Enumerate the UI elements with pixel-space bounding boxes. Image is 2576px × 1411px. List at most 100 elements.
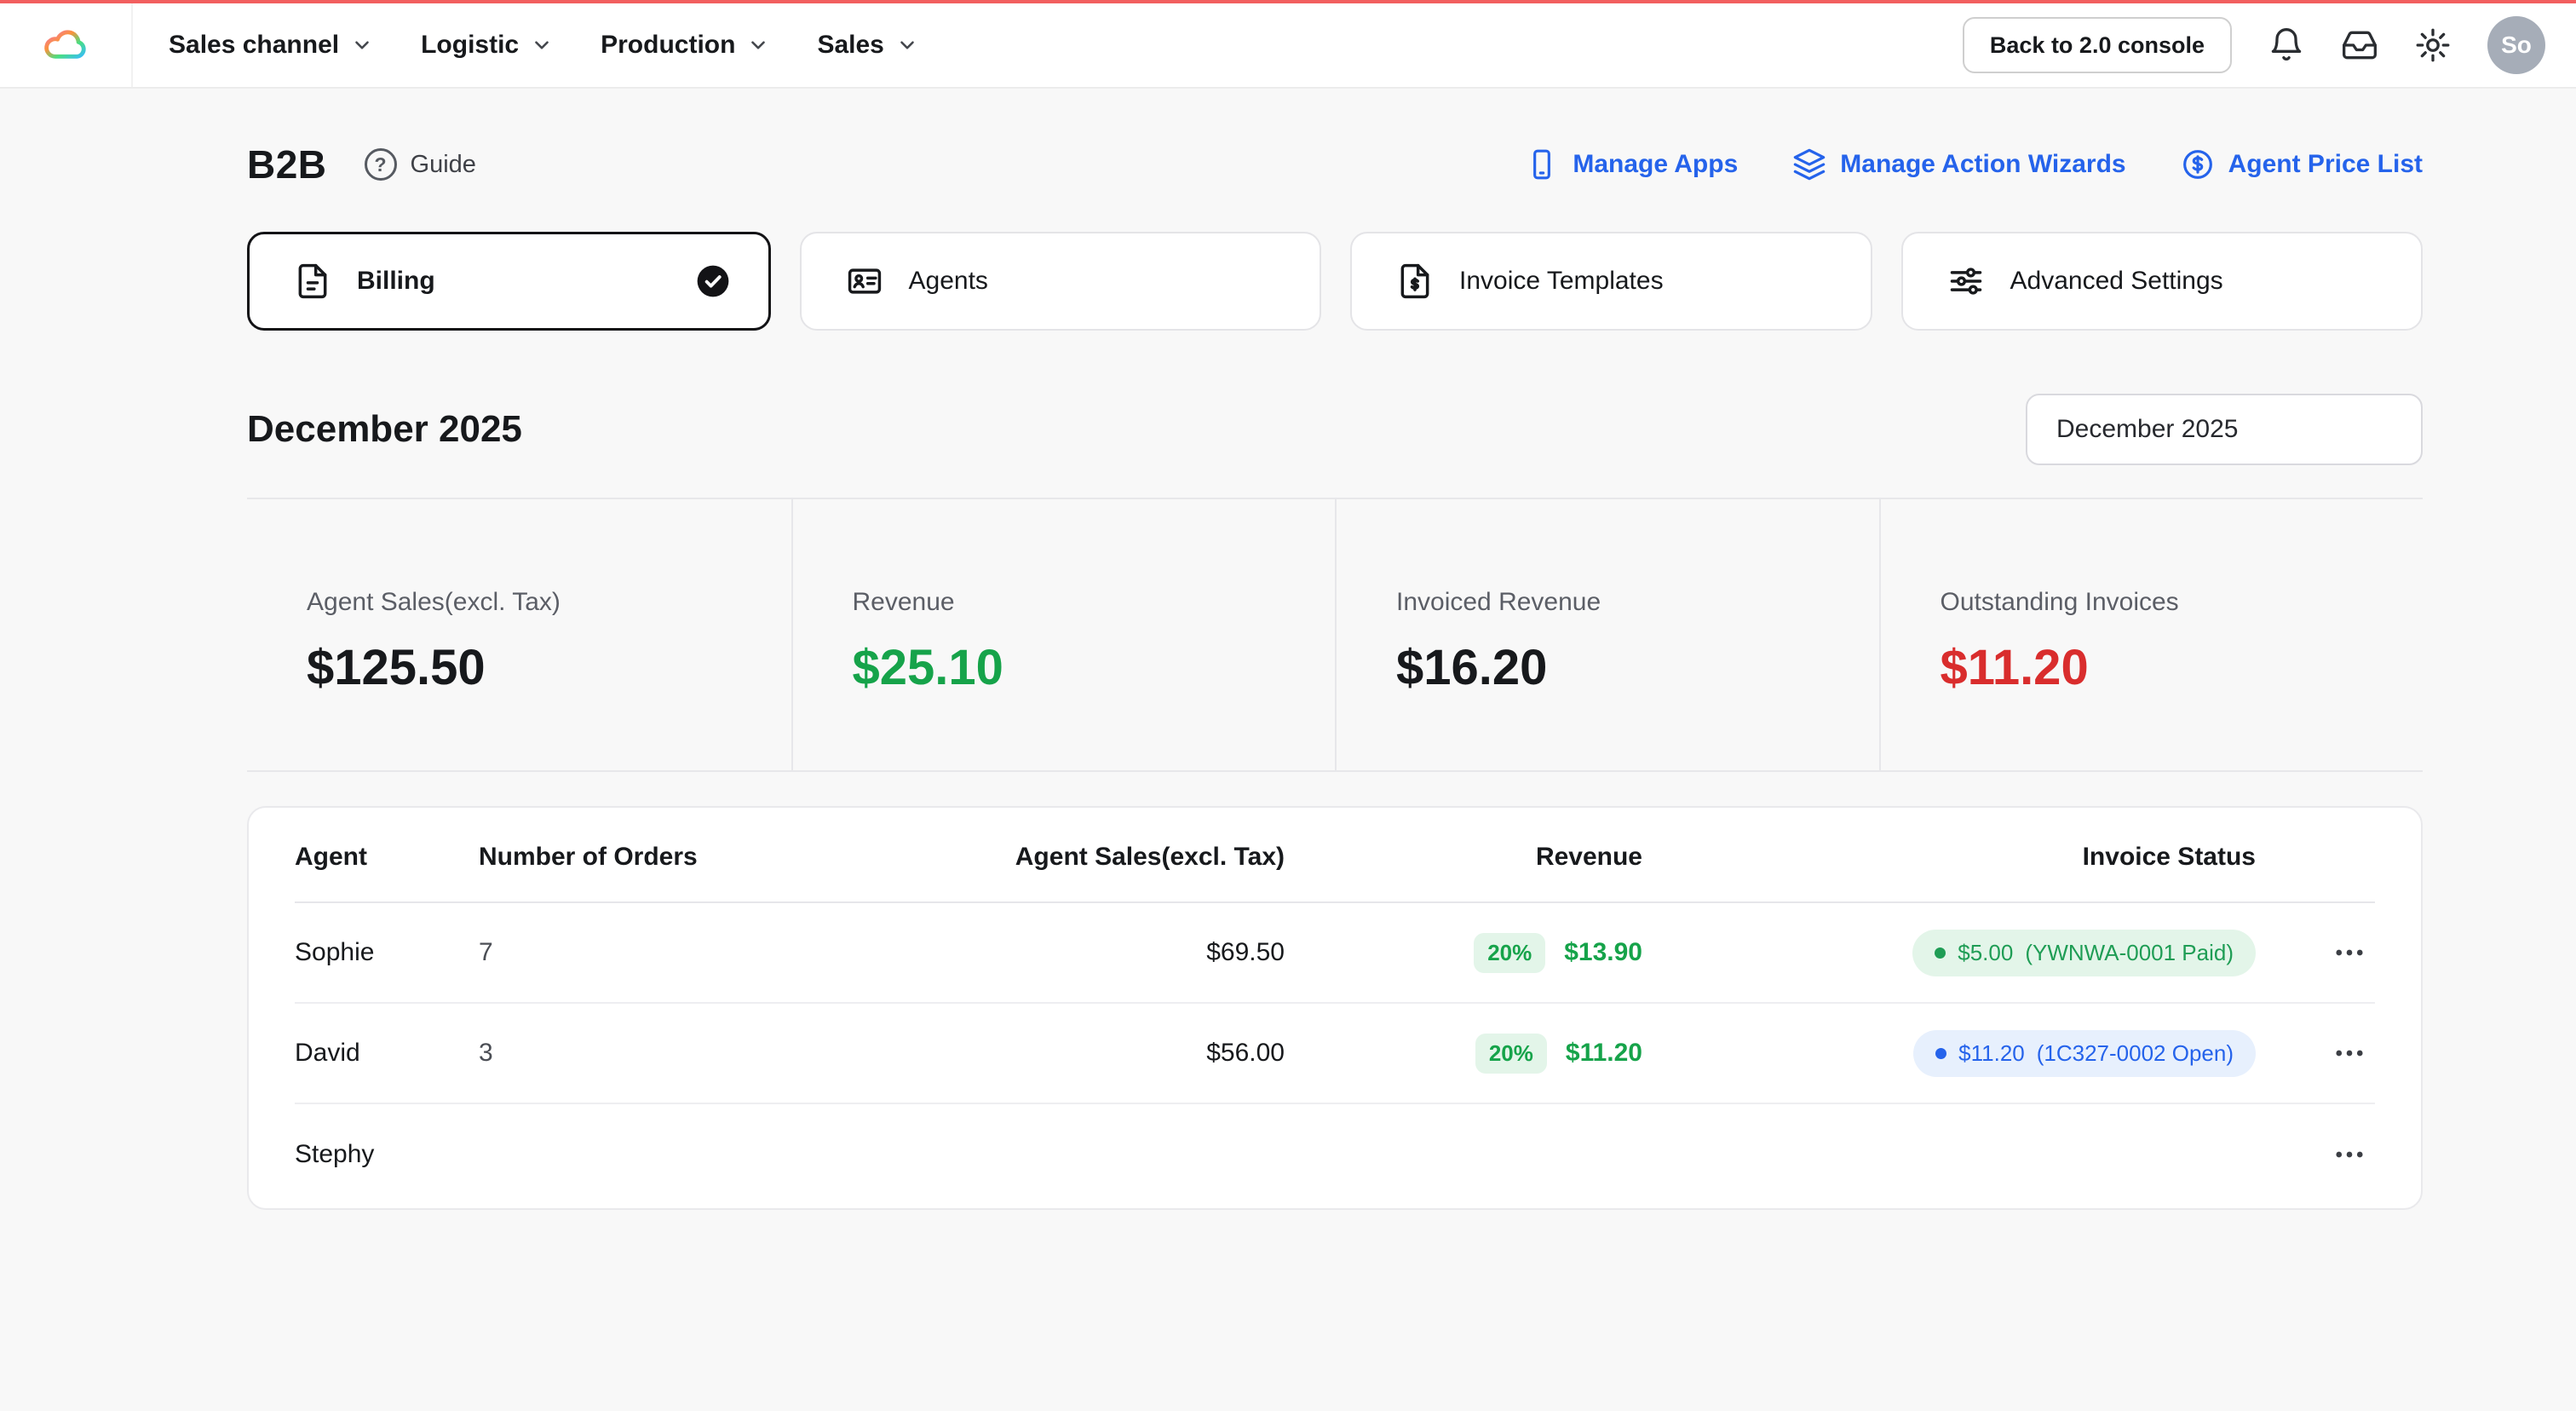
- phone-icon: [1533, 149, 1551, 180]
- col-header-orders: Number of Orders: [479, 843, 698, 871]
- nav-sales[interactable]: Sales: [817, 31, 917, 60]
- revenue-value: $13.90: [1564, 938, 1642, 966]
- agent-name: Sophie: [295, 938, 375, 966]
- col-header-revenue: Revenue: [1535, 843, 1642, 871]
- tab-label: Advanced Settings: [2010, 267, 2223, 295]
- status-ref: (YWNWA-0001 Paid): [2025, 939, 2234, 965]
- invoice-status-badge[interactable]: $11.20 (1C327-0002 Open): [1913, 1029, 2256, 1077]
- stat-outstanding-invoices: Outstanding Invoices $11.20: [1878, 499, 2424, 770]
- main-nav: Sales channel Logistic Production Sales: [169, 31, 918, 60]
- invoice-status-badge[interactable]: $5.00 (YWNWA-0001 Paid): [1912, 929, 2256, 976]
- back-to-console-button[interactable]: Back to 2.0 console: [1962, 17, 2232, 73]
- tab-agents[interactable]: Agents: [799, 232, 1321, 331]
- chevron-down-icon: [535, 41, 549, 49]
- table-row: Stephy: [295, 1104, 2375, 1205]
- id-card-icon: [848, 268, 881, 294]
- agent-name: David: [295, 1039, 360, 1067]
- chevron-down-icon: [751, 41, 766, 49]
- agent-price-list-link[interactable]: Agent Price List: [2181, 147, 2423, 181]
- nav-logistic[interactable]: Logistic: [421, 31, 553, 60]
- period-row: December 2025 December 2025: [247, 394, 2423, 465]
- rainbow-cloud-logo-icon: [44, 30, 86, 59]
- help-circle-icon: ?: [364, 148, 397, 181]
- nav-label: Production: [601, 31, 736, 59]
- manage-action-wizards-link[interactable]: Manage Action Wizards: [1792, 147, 2126, 181]
- status-dot-icon: [1935, 1047, 1947, 1059]
- guide-label: Guide: [410, 150, 476, 178]
- stat-value: $25.10: [852, 640, 1003, 695]
- agent-name: Stephy: [295, 1140, 375, 1168]
- ellipsis-icon: [2336, 1151, 2363, 1158]
- section-tabs: Billing Agents Invoice Templates Advance…: [247, 232, 2423, 331]
- order-count: 7: [479, 938, 493, 966]
- table-header-row: Agent Number of Orders Agent Sales(excl.…: [295, 813, 2375, 903]
- col-header-status: Invoice Status: [2082, 843, 2256, 871]
- inbox-icon[interactable]: [2341, 26, 2378, 64]
- stat-revenue: Revenue $25.10: [791, 499, 1336, 770]
- tab-label: Agents: [908, 267, 988, 295]
- link-label: Manage Action Wizards: [1840, 150, 2126, 178]
- col-header-agent: Agent: [295, 843, 367, 871]
- ellipsis-icon: [2336, 949, 2363, 956]
- billing-file-icon: [298, 263, 327, 299]
- status-amount: $5.00: [1958, 939, 2014, 965]
- row-actions: [2256, 1129, 2375, 1180]
- agent-sales: $69.50: [1206, 938, 1285, 966]
- stat-value: $16.20: [1396, 640, 1548, 695]
- agent-sales: $56.00: [1206, 1039, 1285, 1067]
- stat-label: Invoiced Revenue: [1396, 588, 1601, 616]
- link-label: Manage Apps: [1573, 150, 1739, 178]
- stat-label: Outstanding Invoices: [1940, 588, 2179, 616]
- main-content: B2B ? Guide Manage Apps Manage Action Wi…: [0, 89, 2576, 1210]
- invoice-status-cell: $11.20 (1C327-0002 Open): [1642, 1029, 2256, 1077]
- avatar[interactable]: So: [2487, 16, 2545, 74]
- layers-icon: [1794, 148, 1826, 181]
- tab-label: Billing: [357, 267, 435, 295]
- tab-invoice-templates[interactable]: Invoice Templates: [1350, 232, 1872, 331]
- file-dollar-icon: [1400, 263, 1429, 299]
- stat-label: Revenue: [852, 588, 955, 616]
- tab-advanced-settings[interactable]: Advanced Settings: [1900, 232, 2423, 331]
- nav-label: Sales channel: [169, 31, 340, 59]
- check-circle-icon: [697, 265, 728, 297]
- revenue-percent-badge: 20%: [1474, 932, 1546, 973]
- revenue-value: $11.20: [1565, 1039, 1642, 1067]
- agents-billing-table: Agent Number of Orders Agent Sales(excl.…: [247, 806, 2423, 1210]
- page-header: B2B ? Guide Manage Apps Manage Action Wi…: [247, 141, 2423, 187]
- nav-sales-channel[interactable]: Sales channel: [169, 31, 373, 60]
- tab-label: Invoice Templates: [1459, 267, 1664, 295]
- link-label: Agent Price List: [2228, 150, 2423, 178]
- order-count: 3: [479, 1039, 493, 1067]
- invoice-status-cell: $5.00 (YWNWA-0001 Paid): [1642, 929, 2256, 976]
- dollar-circle-icon: [2182, 150, 2212, 179]
- nav-label: Logistic: [421, 31, 520, 59]
- tab-billing[interactable]: Billing: [247, 232, 771, 331]
- row-actions: [2256, 927, 2375, 978]
- stat-invoiced-revenue: Invoiced Revenue $16.20: [1335, 499, 1879, 770]
- table-row: David 3 $56.00 20% $11.20 $11.20 (1C327-…: [295, 1004, 2375, 1104]
- revenue-percent-badge: 20%: [1475, 1033, 1547, 1074]
- manage-apps-link[interactable]: Manage Apps: [1525, 147, 1738, 181]
- nav-production[interactable]: Production: [601, 31, 769, 60]
- settings-gear-icon[interactable]: [2414, 26, 2452, 64]
- stat-agent-sales: Agent Sales(excl. Tax) $125.50: [247, 499, 791, 770]
- month-selector[interactable]: December 2025: [2026, 394, 2423, 465]
- status-ref: (1C327-0002 Open): [2036, 1040, 2234, 1066]
- stat-value: $11.20: [1940, 640, 2089, 695]
- nav-label: Sales: [817, 31, 884, 59]
- revenue-cell: 20% $11.20: [1285, 1033, 1642, 1074]
- notifications-bell-icon[interactable]: [2268, 26, 2305, 64]
- stat-value: $125.50: [307, 640, 486, 695]
- row-menu-button[interactable]: [2324, 1129, 2375, 1180]
- table-row: Sophie 7 $69.50 20% $13.90 $5.00 (YWNWA-…: [295, 903, 2375, 1004]
- stat-label: Agent Sales(excl. Tax): [307, 588, 561, 616]
- guide-link[interactable]: ? Guide: [364, 148, 476, 181]
- status-amount: $11.20: [1958, 1040, 2025, 1066]
- col-header-sales: Agent Sales(excl. Tax): [1015, 843, 1285, 871]
- page-title: B2B: [247, 142, 327, 187]
- row-menu-button[interactable]: [2324, 927, 2375, 978]
- ellipsis-icon: [2336, 1050, 2363, 1057]
- row-menu-button[interactable]: [2324, 1028, 2375, 1079]
- home-logo[interactable]: [0, 3, 133, 87]
- row-actions: [2256, 1028, 2375, 1079]
